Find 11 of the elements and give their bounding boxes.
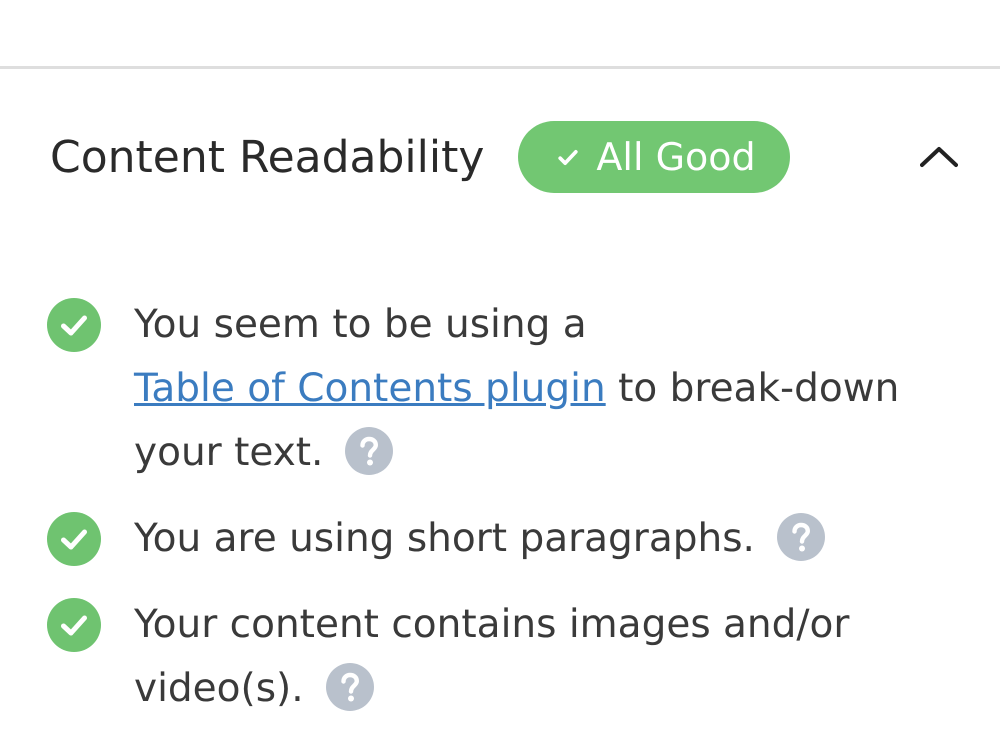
check-text: Your content contains images and/or video(s). [134, 601, 850, 713]
status-label: All Good [596, 135, 756, 179]
check-text: You are using short paragraphs. [134, 507, 825, 571]
help-icon[interactable] [326, 663, 374, 711]
chevron-up-icon[interactable] [920, 146, 958, 168]
help-icon[interactable] [345, 427, 394, 475]
check-icon [558, 148, 578, 166]
help-icon[interactable] [776, 513, 825, 561]
section-title: Content Readability [50, 132, 484, 182]
link[interactable]: Table of Contents plugin [134, 366, 606, 411]
check-text: You seem to be using a Table of Contents plugin to break-down your text. [134, 301, 900, 477]
